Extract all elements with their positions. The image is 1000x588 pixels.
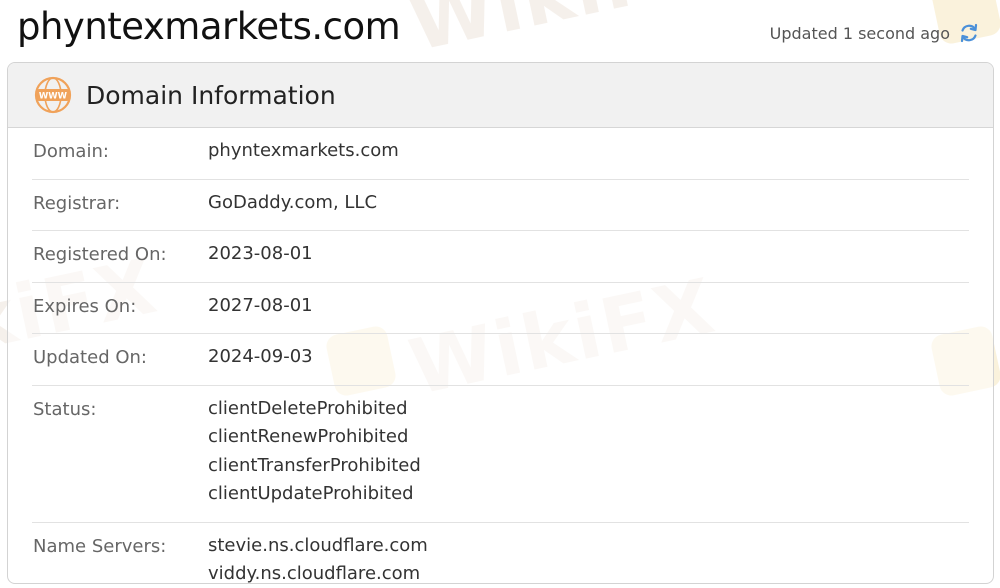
info-value-line: clientDeleteProhibited [208, 397, 408, 419]
info-row: Updated On: 2024-09-03 [32, 334, 969, 386]
info-row: Status: clientDeleteProhibited clientRenew… [32, 386, 969, 523]
info-row-label: Status: [33, 398, 97, 420]
page-title: phyntexmarkets.com [17, 5, 401, 48]
page: WikiFX WikiFX WikiFX phyntexmarkets.com … [0, 0, 1000, 588]
info-value-line: phyntexmarkets.com [208, 140, 399, 161]
info-row-label: Name Servers: [33, 535, 167, 557]
info-value-line: GoDaddy.com, LLC [208, 191, 378, 213]
info-row: Name Servers: stevie.ns.cloudflare.com vid… [32, 523, 969, 584]
refresh-icon[interactable] [958, 22, 980, 44]
info-value-line: clientRenewProhibited [208, 426, 409, 447]
info-row-value: phyntexmarkets.com [208, 137, 399, 166]
info-row-value: 2023-08-01 [208, 240, 313, 269]
info-row-label: Updated On: [33, 347, 147, 368]
info-row: Registered On: 2023-08-01 [32, 231, 969, 283]
watermark: WikiFX [402, 0, 723, 68]
svg-text:WWW: WWW [39, 92, 68, 102]
card-header: WWW Domain Information [8, 63, 993, 128]
info-value-line: stevie.ns.cloudflare.com [208, 534, 428, 556]
info-row-value: GoDaddy.com, LLC [208, 189, 377, 218]
info-row-label: Registered On: [33, 244, 167, 265]
domain-info-card: WWW Domain Information Domain: phyntexmar… [7, 62, 994, 584]
info-value-line: viddy.ns.cloudflare.com [208, 563, 421, 584]
info-row-value: 2024-09-03 [208, 343, 313, 372]
update-status: Updated 1 second ago [770, 22, 980, 44]
info-row: Domain: phyntexmarkets.com [32, 128, 969, 180]
info-row: Registrar: GoDaddy.com, LLC [32, 180, 969, 231]
info-row-label: Expires On: [33, 295, 137, 317]
info-value-line: 2027-08-01 [208, 294, 313, 316]
info-row: Expires On: 2027-08-01 [32, 283, 969, 334]
updated-text: Updated 1 second ago [769, 23, 950, 43]
card-title: Domain Information [86, 80, 336, 110]
info-value-line: clientTransferProhibited [208, 454, 421, 476]
info-row-value: stevie.ns.cloudflare.com viddy.ns.cloudfl… [208, 532, 428, 584]
www-icon: WWW [34, 76, 72, 114]
info-value-line: 2024-09-03 [208, 346, 313, 367]
info-row-value: clientDeleteProhibited clientRenewProhibi… [208, 395, 421, 509]
info-row-label: Registrar: [33, 192, 121, 214]
info-value-line: 2023-08-01 [208, 243, 313, 264]
info-table: Domain: phyntexmarkets.com Registrar: GoDad… [8, 128, 993, 584]
info-value-line: clientUpdateProhibited [208, 483, 414, 504]
info-row-label: Domain: [33, 141, 109, 162]
info-row-value: 2027-08-01 [208, 292, 313, 321]
